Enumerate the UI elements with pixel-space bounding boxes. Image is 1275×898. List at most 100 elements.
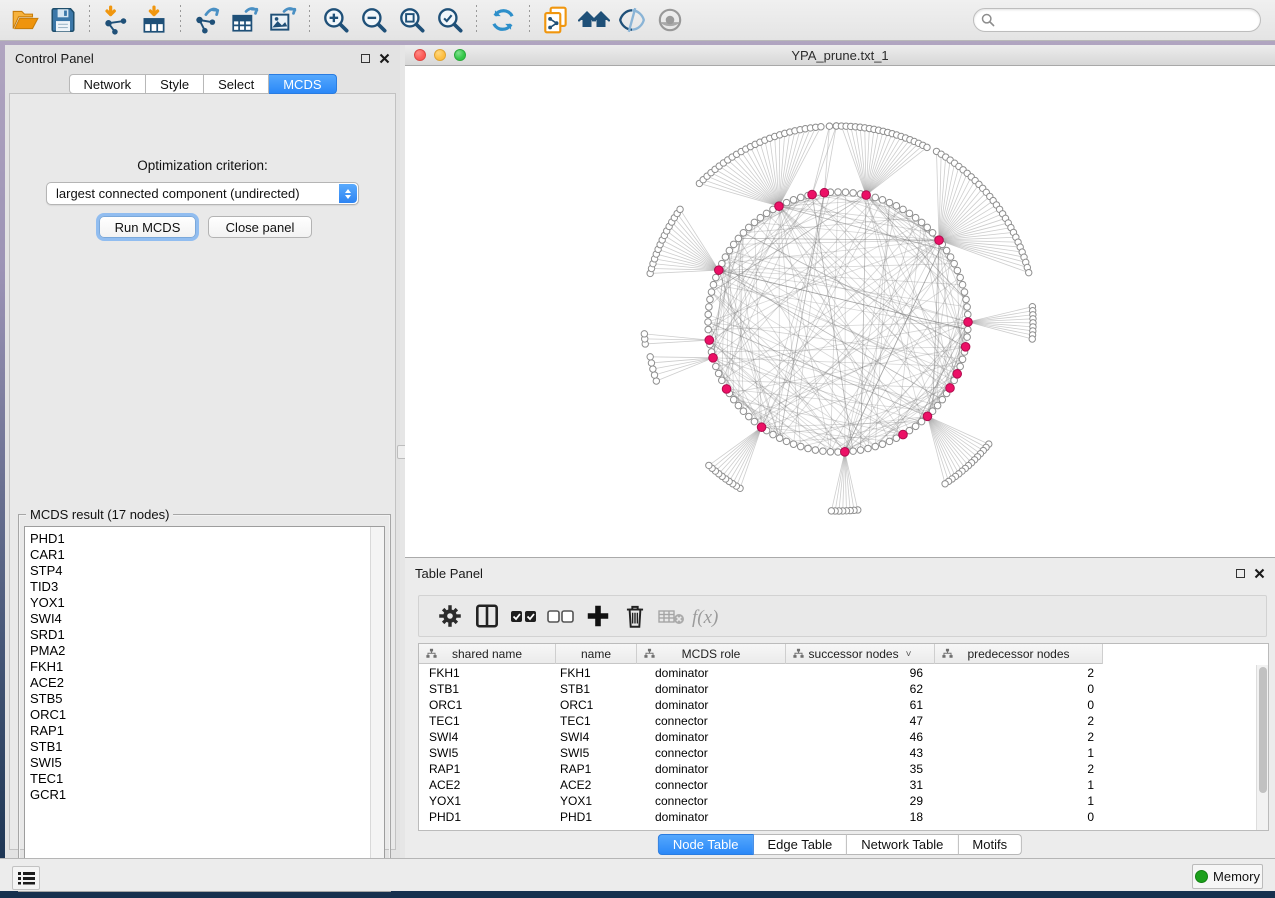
network-satellite-node[interactable] [653, 378, 659, 384]
network-node[interactable] [850, 448, 857, 455]
network-satellite-node[interactable] [650, 366, 656, 372]
mcds-hub-node[interactable] [953, 370, 962, 379]
mcds-result-item[interactable]: STB1 [25, 739, 384, 755]
mcds-hub-node[interactable] [820, 188, 829, 197]
network-satellite-node[interactable] [826, 123, 832, 129]
network-node[interactable] [964, 326, 971, 333]
column-header-shared-name[interactable]: shared name [419, 644, 556, 664]
network-satellite-node[interactable] [641, 331, 647, 337]
network-node[interactable] [776, 435, 783, 442]
network-node[interactable] [835, 189, 842, 196]
network-node[interactable] [842, 189, 849, 196]
tab-style[interactable]: Style [146, 74, 204, 94]
homes-button[interactable] [575, 3, 613, 37]
network-node[interactable] [710, 281, 717, 288]
network-node[interactable] [963, 296, 970, 303]
network-node[interactable] [715, 370, 722, 377]
mcds-result-item[interactable]: CAR1 [25, 547, 384, 563]
share-network-button[interactable] [537, 3, 575, 37]
network-node[interactable] [879, 197, 886, 204]
network-node[interactable] [713, 274, 720, 281]
network-node[interactable] [857, 447, 864, 454]
network-node[interactable] [912, 214, 919, 221]
tab-edge-table[interactable]: Edge Table [753, 834, 847, 855]
network-node[interactable] [722, 254, 729, 261]
zoom-selected-button[interactable] [431, 3, 469, 37]
zoom-fit-button[interactable] [393, 3, 431, 37]
network-node[interactable] [850, 190, 857, 197]
open-file-button[interactable] [6, 3, 44, 37]
column-header-MCDS-role[interactable]: MCDS role [637, 644, 786, 664]
task-history-button[interactable] [12, 866, 40, 890]
column-header-successor-nodes[interactable]: successor nodes˅ [786, 644, 935, 664]
network-node[interactable] [918, 219, 925, 226]
network-node[interactable] [872, 443, 879, 450]
import-table-button[interactable] [135, 3, 173, 37]
mcds-hub-node[interactable] [935, 236, 944, 245]
table-close-panel-icon[interactable] [1254, 568, 1265, 579]
export-network-button[interactable] [188, 3, 226, 37]
mcds-hub-node[interactable] [946, 384, 955, 393]
mcds-result-item[interactable]: RAP1 [25, 723, 384, 739]
node-table-row[interactable]: YOX1YOX1connector291 [419, 793, 1256, 809]
network-node[interactable] [770, 431, 777, 438]
network-node[interactable] [745, 413, 752, 420]
network-node[interactable] [954, 267, 961, 274]
network-node[interactable] [929, 229, 936, 236]
network-node[interactable] [957, 274, 964, 281]
network-node[interactable] [805, 445, 812, 452]
mcds-result-item[interactable]: ACE2 [25, 675, 384, 691]
network-node[interactable] [708, 289, 715, 296]
network-node[interactable] [740, 408, 747, 415]
tab-network[interactable]: Network [68, 74, 146, 94]
tab-select[interactable]: Select [204, 74, 269, 94]
network-node[interactable] [707, 296, 714, 303]
mcds-result-item[interactable]: STP4 [25, 563, 384, 579]
search-input[interactable] [999, 13, 1239, 28]
hide-graphics-button[interactable] [613, 3, 651, 37]
network-satellite-node[interactable] [651, 372, 657, 378]
mcds-result-item[interactable]: TID3 [25, 579, 384, 595]
node-table-row[interactable]: PHD1PHD1dominator180 [419, 809, 1256, 825]
network-node[interactable] [790, 197, 797, 204]
network-node[interactable] [790, 441, 797, 448]
refresh-button[interactable] [484, 3, 522, 37]
mcds-result-item[interactable]: GCR1 [25, 787, 384, 803]
mcds-hub-node[interactable] [964, 318, 973, 327]
mcds-hub-node[interactable] [757, 423, 766, 432]
mcds-result-item[interactable]: FKH1 [25, 659, 384, 675]
mcds-hub-node[interactable] [722, 385, 731, 394]
network-satellite-node[interactable] [924, 144, 930, 150]
network-node[interactable] [705, 319, 712, 326]
network-node[interactable] [735, 402, 742, 409]
network-node[interactable] [730, 396, 737, 403]
network-satellite-node[interactable] [818, 124, 824, 130]
network-node[interactable] [893, 203, 900, 210]
mcds-hub-node[interactable] [961, 343, 970, 352]
network-node[interactable] [719, 377, 726, 384]
run-mcds-button[interactable]: Run MCDS [99, 216, 196, 238]
tab-motifs[interactable]: Motifs [958, 834, 1022, 855]
mcds-result-item[interactable]: STB5 [25, 691, 384, 707]
mcds-result-item[interactable]: ORC1 [25, 707, 384, 723]
split-panel-button[interactable] [468, 599, 505, 633]
network-node[interactable] [726, 247, 733, 254]
table-float-window-icon[interactable] [1236, 569, 1245, 578]
save-session-button[interactable] [44, 3, 82, 37]
network-satellite-node[interactable] [828, 508, 834, 514]
column-header-predecessor-nodes[interactable]: predecessor nodes [935, 644, 1103, 664]
network-node[interactable] [797, 194, 804, 201]
search-box[interactable] [973, 8, 1261, 32]
network-node[interactable] [879, 441, 886, 448]
mcds-hub-node[interactable] [899, 430, 908, 439]
network-node[interactable] [872, 194, 879, 201]
node-table-scrollbar-thumb[interactable] [1259, 667, 1267, 793]
mcds-hub-node[interactable] [714, 266, 723, 275]
mcds-result-item[interactable]: YOX1 [25, 595, 384, 611]
optimization-criterion-select[interactable]: largest connected component (undirected) [46, 182, 359, 205]
network-node[interactable] [730, 241, 737, 248]
network-node[interactable] [812, 447, 819, 454]
network-node[interactable] [783, 438, 790, 445]
network-node[interactable] [900, 206, 907, 213]
node-table-row[interactable]: ACE2ACE2connector311 [419, 777, 1256, 793]
